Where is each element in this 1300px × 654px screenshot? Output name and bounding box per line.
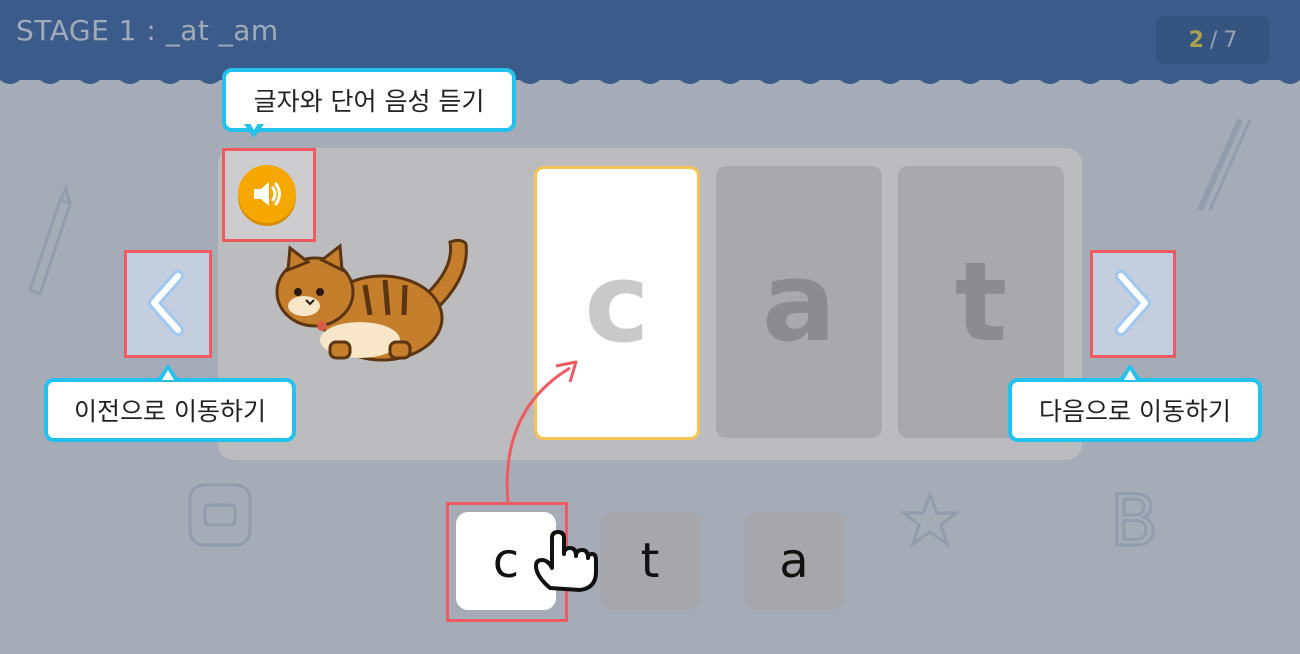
prev-button[interactable] [128, 254, 206, 352]
cat-illustration [275, 238, 468, 362]
speaker-icon [254, 182, 281, 206]
letter-tile[interactable]: t [600, 512, 700, 610]
prev-tooltip: 이전으로 이동하기 [44, 378, 296, 442]
chevron-right-icon [1115, 270, 1151, 336]
chevron-left-icon [148, 270, 184, 336]
letter-tile[interactable]: a [744, 512, 844, 610]
tooltip-tail-inner [162, 370, 174, 380]
tooltip-tail-inner [1124, 370, 1136, 380]
letter-slot[interactable]: a [716, 166, 882, 438]
speaker-tooltip: 글자와 단어 음성 듣기 [222, 68, 516, 132]
pointing-hand-icon [534, 530, 598, 592]
speaker-button[interactable] [238, 165, 296, 223]
next-tooltip: 다음으로 이동하기 [1008, 378, 1262, 442]
tooltip-tail-inner [248, 120, 260, 130]
next-button[interactable] [1094, 254, 1170, 352]
drag-guide-arrow [505, 360, 578, 503]
